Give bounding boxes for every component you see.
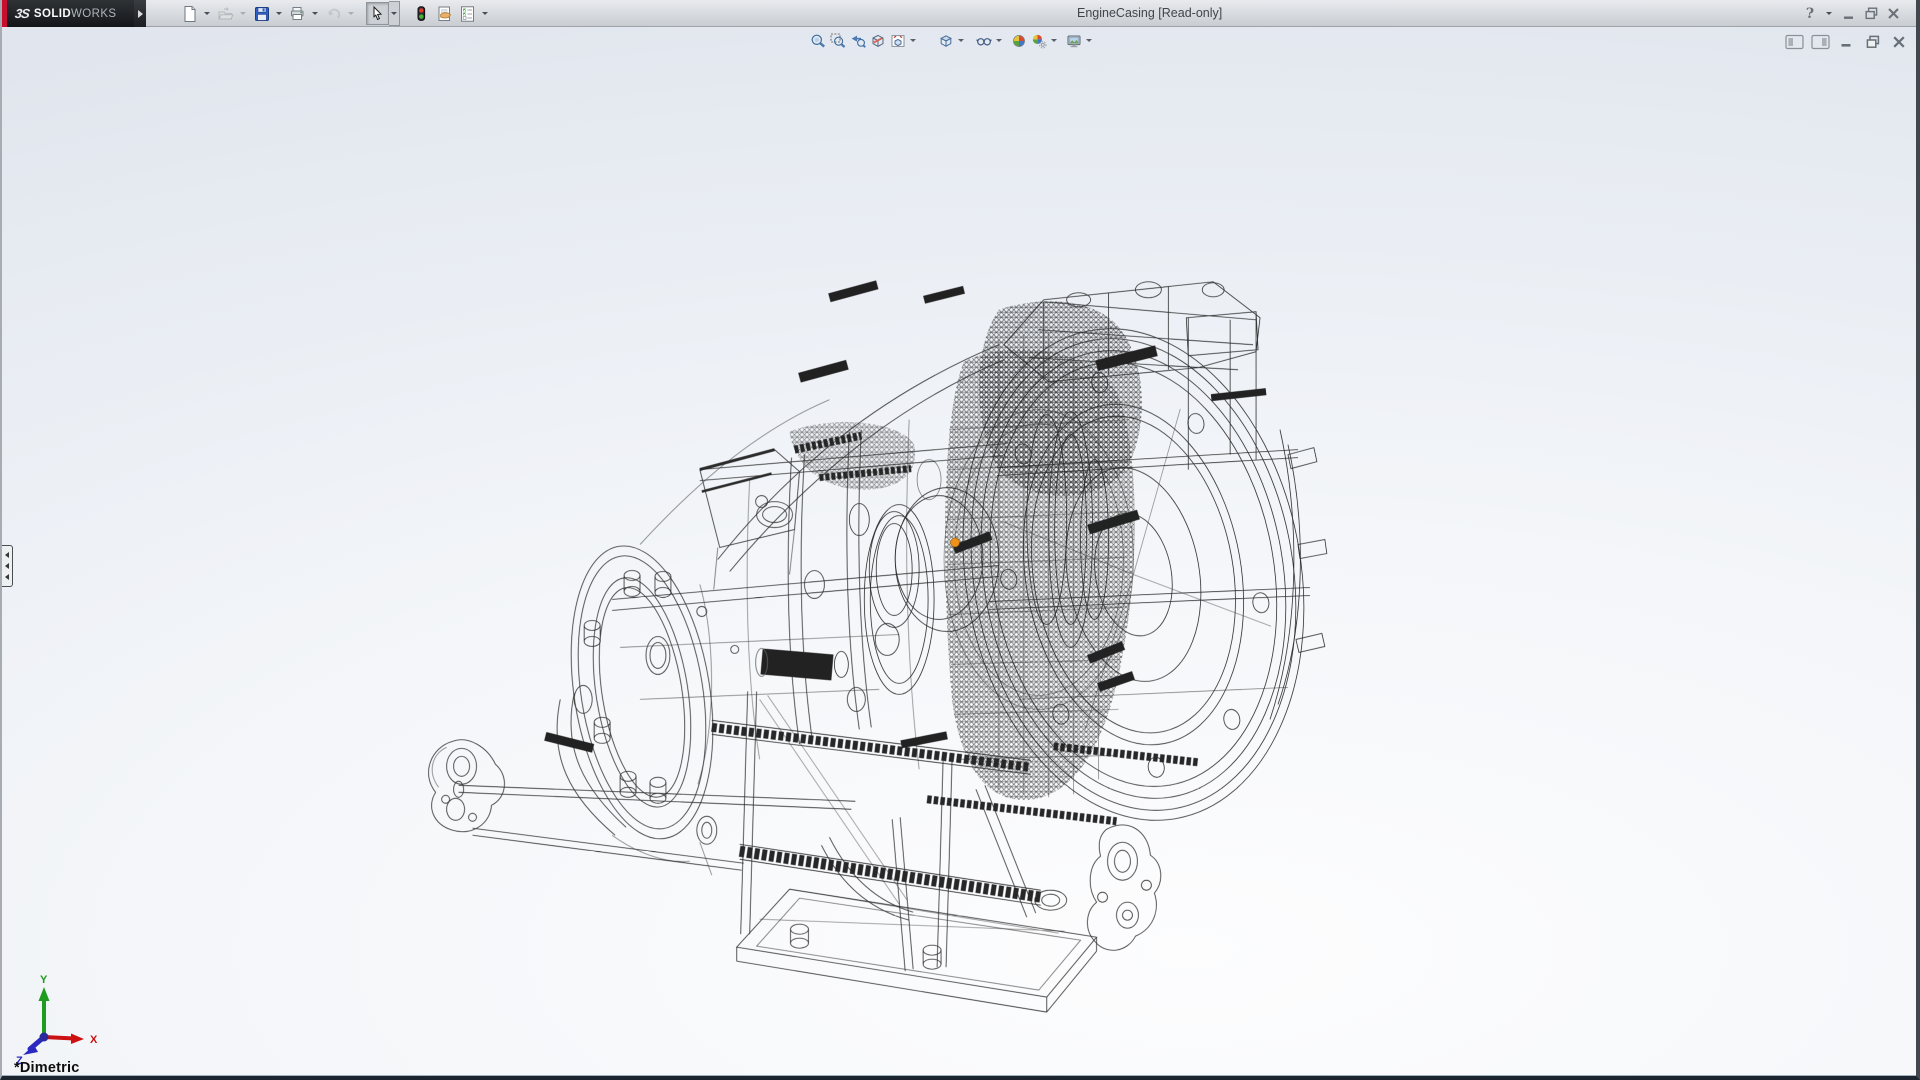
edit-appearance-button[interactable] [1009, 30, 1029, 51]
print-dropdown[interactable] [309, 2, 320, 25]
zoom-to-area-button[interactable] [828, 30, 848, 51]
close-icon [1892, 35, 1906, 49]
minimize-icon [1843, 8, 1855, 20]
flange-bolt-bosses [584, 570, 671, 803]
display-style-cube-icon [938, 33, 954, 49]
view-orientation-icon [890, 33, 906, 49]
rebuild-button[interactable] [410, 2, 433, 25]
right-pane-icon [1811, 34, 1830, 50]
hide-show-items-button[interactable] [974, 30, 994, 51]
y-axis-label: Y [40, 974, 48, 986]
new-dropdown[interactable] [201, 2, 212, 25]
help-dropdown[interactable] [1823, 2, 1834, 25]
zoom-to-fit-icon [810, 33, 826, 49]
heads-up-view-toolbar [808, 30, 1094, 51]
display-style-button[interactable] [936, 30, 956, 51]
previous-view-icon [850, 33, 866, 49]
hide-show-items-dropdown[interactable] [994, 30, 1004, 51]
graphics-viewport[interactable]: Y X Z *Dimetric [2, 27, 1916, 1076]
brand-works: WORKS [71, 8, 116, 20]
new-document-icon [181, 5, 199, 23]
solidworks-window: 3S SOLID WORKS [0, 0, 1920, 1080]
save-dropdown[interactable] [273, 2, 284, 25]
dassault-3ds-icon: 3S [14, 6, 30, 21]
highlighted-vertex[interactable] [951, 538, 960, 547]
left-pane-icon [1785, 34, 1804, 50]
close-window-button[interactable] [1884, 4, 1902, 24]
window-controls: ? [1801, 0, 1902, 27]
open-button[interactable] [214, 2, 237, 25]
wireframe-model [2, 27, 1916, 1075]
view-orientation-button[interactable] [888, 30, 908, 51]
titlebar: 3S SOLID WORKS [2, 0, 1916, 27]
standard-toolbar [178, 2, 492, 25]
print-icon [289, 5, 307, 23]
left-arrow-icon [5, 563, 9, 569]
select-dropdown[interactable] [389, 1, 400, 26]
zoom-to-area-icon [830, 33, 846, 49]
apply-scene-icon [1031, 33, 1047, 49]
minimize-icon [1840, 35, 1853, 48]
restore-icon [1865, 7, 1878, 20]
rebuild-traffic-light-icon [413, 5, 431, 23]
close-document-button[interactable] [1889, 33, 1908, 50]
x-axis-label: X [90, 1034, 98, 1046]
toggle-left-pane-button[interactable] [1785, 33, 1804, 50]
left-arrow-icon [5, 552, 9, 558]
undo-dropdown[interactable] [345, 2, 356, 25]
apply-scene-button[interactable] [1029, 30, 1049, 51]
file-properties-button[interactable] [433, 2, 456, 25]
toggle-right-pane-button[interactable] [1811, 33, 1830, 50]
restore-window-button[interactable] [1862, 4, 1880, 24]
select-cursor-icon [369, 5, 387, 23]
solidworks-logo: 3S SOLID WORKS [7, 0, 134, 27]
print-button[interactable] [286, 2, 309, 25]
section-view-icon [870, 33, 886, 49]
close-icon [1887, 7, 1900, 20]
help-button[interactable]: ? [1801, 4, 1819, 24]
options-button[interactable] [456, 2, 479, 25]
eyeglasses-icon [976, 33, 992, 49]
options-dropdown[interactable] [479, 2, 490, 25]
menu-flyout-arrow[interactable] [134, 0, 146, 27]
new-button[interactable] [178, 2, 201, 25]
save-floppy-icon [253, 5, 271, 23]
restore-document-button[interactable] [1863, 33, 1882, 50]
document-window-controls [1785, 33, 1908, 50]
file-properties-icon [436, 5, 454, 23]
minimize-window-button[interactable] [1840, 4, 1858, 24]
undo-button[interactable] [322, 2, 345, 25]
save-button[interactable] [250, 2, 273, 25]
zoom-to-fit-button[interactable] [808, 30, 828, 51]
appearance-ball-icon [1011, 33, 1027, 49]
open-folder-icon [217, 5, 235, 23]
reference-triad: Y X Z [14, 973, 106, 1065]
brand-solid: SOLID [34, 8, 71, 20]
left-arrow-icon [5, 574, 9, 580]
view-settings-monitor-icon [1066, 33, 1082, 49]
apply-scene-dropdown[interactable] [1049, 30, 1059, 51]
section-view-button[interactable] [868, 30, 888, 51]
undo-arrow-icon [325, 5, 343, 23]
restore-icon [1866, 35, 1880, 49]
right-arrow-icon [138, 10, 143, 18]
view-orientation-dropdown[interactable] [908, 30, 918, 51]
view-settings-button[interactable] [1064, 30, 1084, 51]
window-title: EngineCasing [Read-only] [1077, 0, 1222, 27]
minimize-document-button[interactable] [1837, 33, 1856, 50]
collapsed-panel-tab[interactable] [2, 545, 13, 587]
previous-view-button[interactable] [848, 30, 868, 51]
view-orientation-label: *Dimetric [14, 1060, 79, 1076]
options-checklist-icon [459, 5, 477, 23]
display-style-dropdown[interactable] [956, 30, 966, 51]
select-button[interactable] [366, 2, 389, 25]
view-settings-dropdown[interactable] [1084, 30, 1094, 51]
open-dropdown[interactable] [237, 2, 248, 25]
